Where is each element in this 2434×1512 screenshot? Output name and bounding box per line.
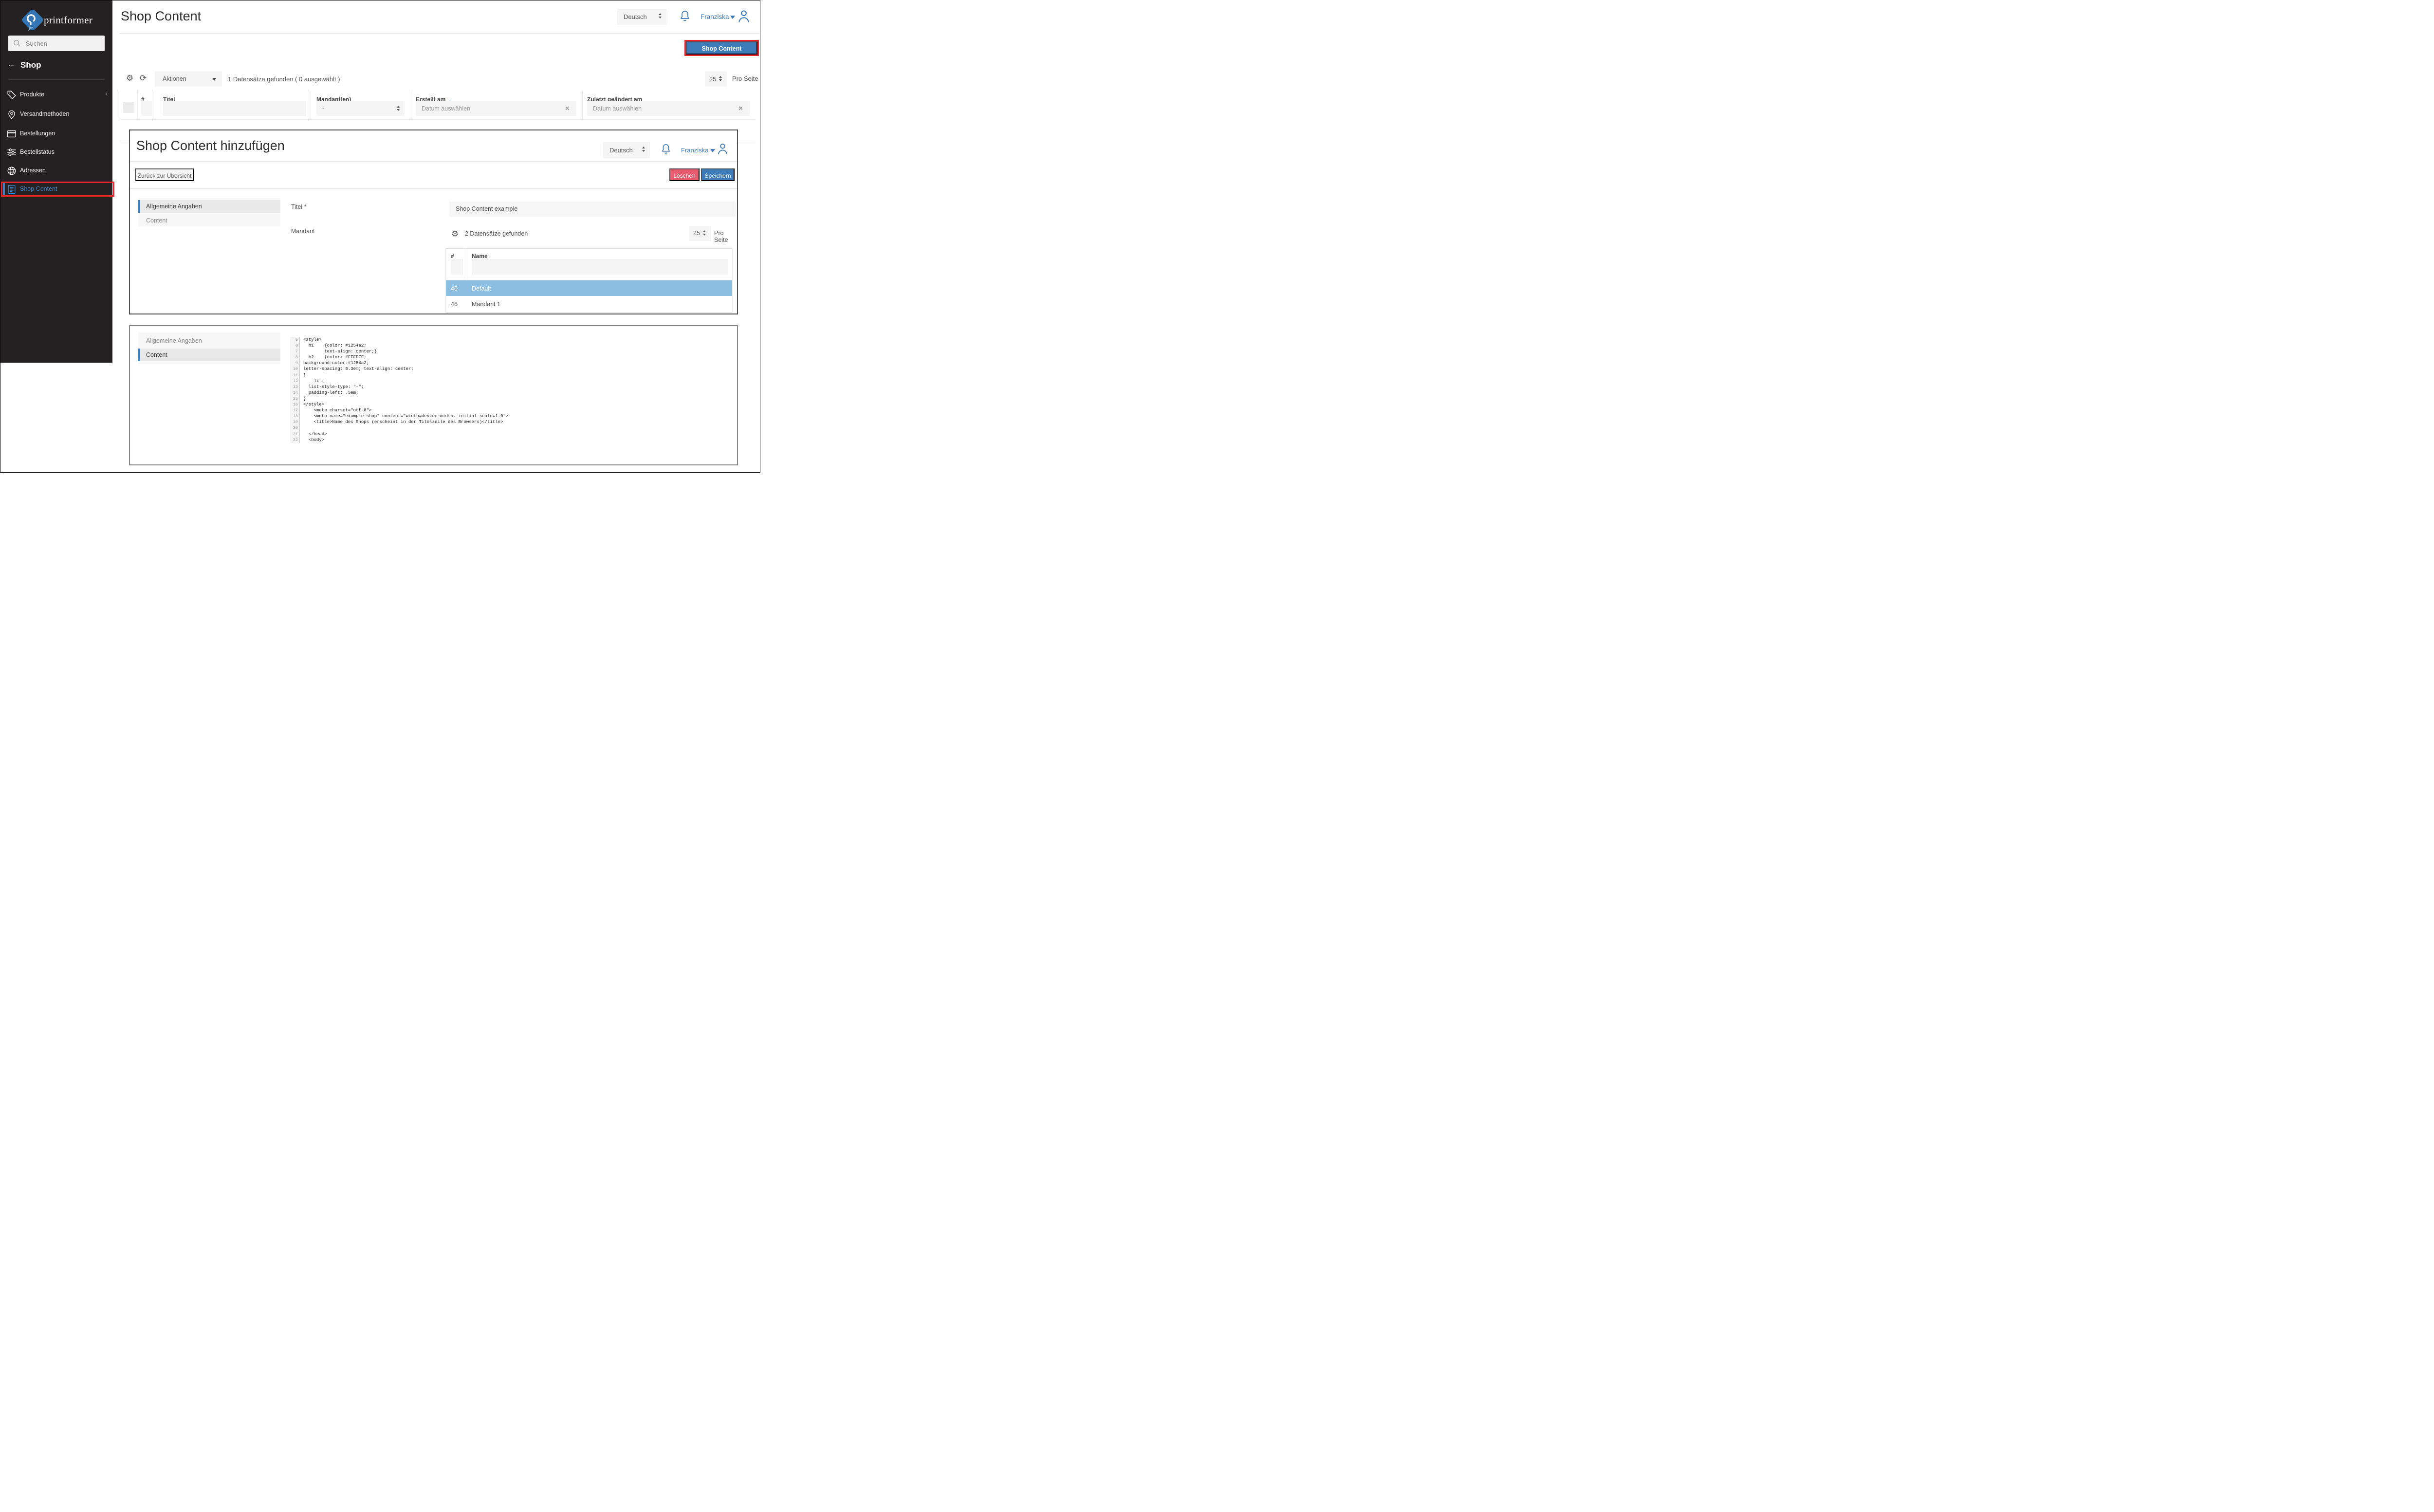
filter-name-input[interactable] <box>472 259 728 275</box>
card-icon <box>6 129 17 139</box>
results-count: 2 Datensätze gefunden <box>465 230 528 237</box>
dialog-title: Shop Content hinzufügen <box>136 138 285 153</box>
settings-gear-icon[interactable]: ⚙ <box>126 74 133 83</box>
add-shop-content-dialog: Shop Content hinzufügen Deutsch Franzisk… <box>129 129 738 314</box>
delete-button[interactable]: Löschen <box>669 168 700 181</box>
save-button[interactable]: Speichern <box>701 168 735 181</box>
content-editor-panel: Allgemeine Angaben Content 5 <style> 6 h1… <box>129 325 738 465</box>
language-select[interactable]: Deutsch <box>603 142 650 158</box>
tag-icon <box>6 90 17 100</box>
select-arrows-icon <box>719 76 722 81</box>
user-avatar-icon[interactable] <box>737 9 751 23</box>
mandant-table: # Name 40 Default 46 Mandant 1 <box>445 248 733 313</box>
row-divider <box>120 119 755 120</box>
filter-id-input[interactable] <box>451 259 463 275</box>
back-to-shop[interactable]: ← Shop <box>7 59 41 70</box>
sidebar-item-bestellungen[interactable]: Bestellungen <box>0 125 112 143</box>
select-arrows-icon <box>659 13 662 18</box>
active-tab-bar <box>138 200 140 213</box>
logo-fold <box>28 26 34 32</box>
filter-titel-input[interactable] <box>163 101 306 116</box>
notifications-bell-icon[interactable] <box>679 10 691 23</box>
active-tab-bar <box>138 349 140 361</box>
search-input[interactable]: Suchen <box>8 36 105 51</box>
notifications-bell-icon[interactable] <box>661 143 671 156</box>
globe-icon <box>6 166 17 176</box>
filter-created-date-input[interactable]: Datum auswählen ✕ <box>416 101 576 116</box>
app-window: printformer Suchen ← Shop Produkte ‹ Vers… <box>0 0 760 473</box>
tab-content[interactable]: Content <box>138 349 280 361</box>
mandant-label: Mandant <box>291 228 315 235</box>
sidebar-item-versandmethoden[interactable]: Versandmethoden <box>0 105 112 124</box>
page-title: Shop Content <box>121 9 202 23</box>
filter-mandant-select[interactable]: - <box>316 101 405 116</box>
results-count: 1 Datensätze gefunden ( 0 ausgewählt ) <box>228 75 340 83</box>
back-to-overview-button[interactable]: Zurück zur Übersicht <box>135 168 194 181</box>
dialog-divider <box>130 161 737 162</box>
highlight-frame-add-button <box>684 40 759 56</box>
user-avatar-icon[interactable] <box>717 142 729 155</box>
tab-allgemeine-angaben[interactable]: Allgemeine Angaben <box>138 200 280 213</box>
titel-input[interactable]: Shop Content example <box>449 202 736 217</box>
sidebar-item-produkte[interactable]: Produkte ‹ <box>0 86 112 104</box>
col-header-id[interactable]: # <box>451 253 454 259</box>
page-size-select[interactable]: 25 <box>705 72 727 87</box>
col-divider <box>137 91 138 119</box>
user-menu-caret-icon[interactable] <box>710 149 715 152</box>
sliders-icon <box>6 147 17 158</box>
user-menu-caret-icon[interactable] <box>730 16 735 19</box>
user-name[interactable]: Franziska <box>701 13 729 20</box>
titel-label: Titel * <box>291 203 307 210</box>
highlight-frame-sidebar <box>1 182 114 197</box>
brand-logo[interactable]: printformer <box>0 7 112 33</box>
search-placeholder: Suchen <box>26 40 48 47</box>
select-all-checkbox[interactable] <box>123 102 134 113</box>
code-editor[interactable]: 5 <style> 6 h1 {color: #1254a2; 7 text-al… <box>290 337 508 443</box>
select-arrows-icon <box>703 230 706 236</box>
dialog-divider <box>130 188 737 189</box>
map-pin-icon <box>6 109 17 120</box>
clear-icon[interactable]: ✕ <box>738 105 743 112</box>
actions-select[interactable]: Aktionen <box>155 72 222 87</box>
user-name[interactable]: Franziska <box>681 147 708 154</box>
select-arrows-icon <box>397 106 400 111</box>
collapse-chevron-icon[interactable]: ‹ <box>105 90 108 98</box>
sidebar-item-adressen[interactable]: Adressen <box>0 162 112 180</box>
clear-icon[interactable]: ✕ <box>565 105 570 112</box>
language-select[interactable]: Deutsch <box>617 9 666 25</box>
select-arrows-icon <box>642 147 645 152</box>
sidebar-item-bestellstatus[interactable]: Bestellstatus <box>0 143 112 162</box>
code-line-16: </style> <box>303 402 325 407</box>
header-divider <box>120 33 760 34</box>
filter-modified-date-input[interactable]: Datum auswählen ✕ <box>587 101 750 116</box>
dialog-tabs: Allgemeine Angaben Content <box>138 198 280 226</box>
table-row[interactable]: 46 Mandant 1 <box>446 296 732 312</box>
page-size-select[interactable]: 25 <box>689 226 711 241</box>
per-page-label: Pro Seite <box>732 75 758 82</box>
col-divider <box>582 91 583 119</box>
settings-gear-icon[interactable]: ⚙ <box>451 229 459 239</box>
dialog-tabs: Allgemeine Angaben Content <box>138 332 280 364</box>
table-row-selected[interactable]: 40 Default <box>446 280 732 296</box>
tab-content[interactable]: Content <box>138 214 280 227</box>
brand-name: printformer <box>44 14 93 26</box>
dropdown-caret-icon <box>212 78 216 81</box>
col-header-name[interactable]: Name <box>472 253 488 259</box>
sidebar-divider <box>8 79 105 80</box>
back-arrow-icon: ← <box>7 59 16 69</box>
refresh-icon[interactable]: ⟳ <box>140 74 147 83</box>
tab-allgemeine-angaben[interactable]: Allgemeine Angaben <box>138 334 280 347</box>
search-icon <box>14 40 20 47</box>
filter-id-input[interactable] <box>141 101 152 116</box>
per-page-label: Pro Seite <box>714 230 728 243</box>
